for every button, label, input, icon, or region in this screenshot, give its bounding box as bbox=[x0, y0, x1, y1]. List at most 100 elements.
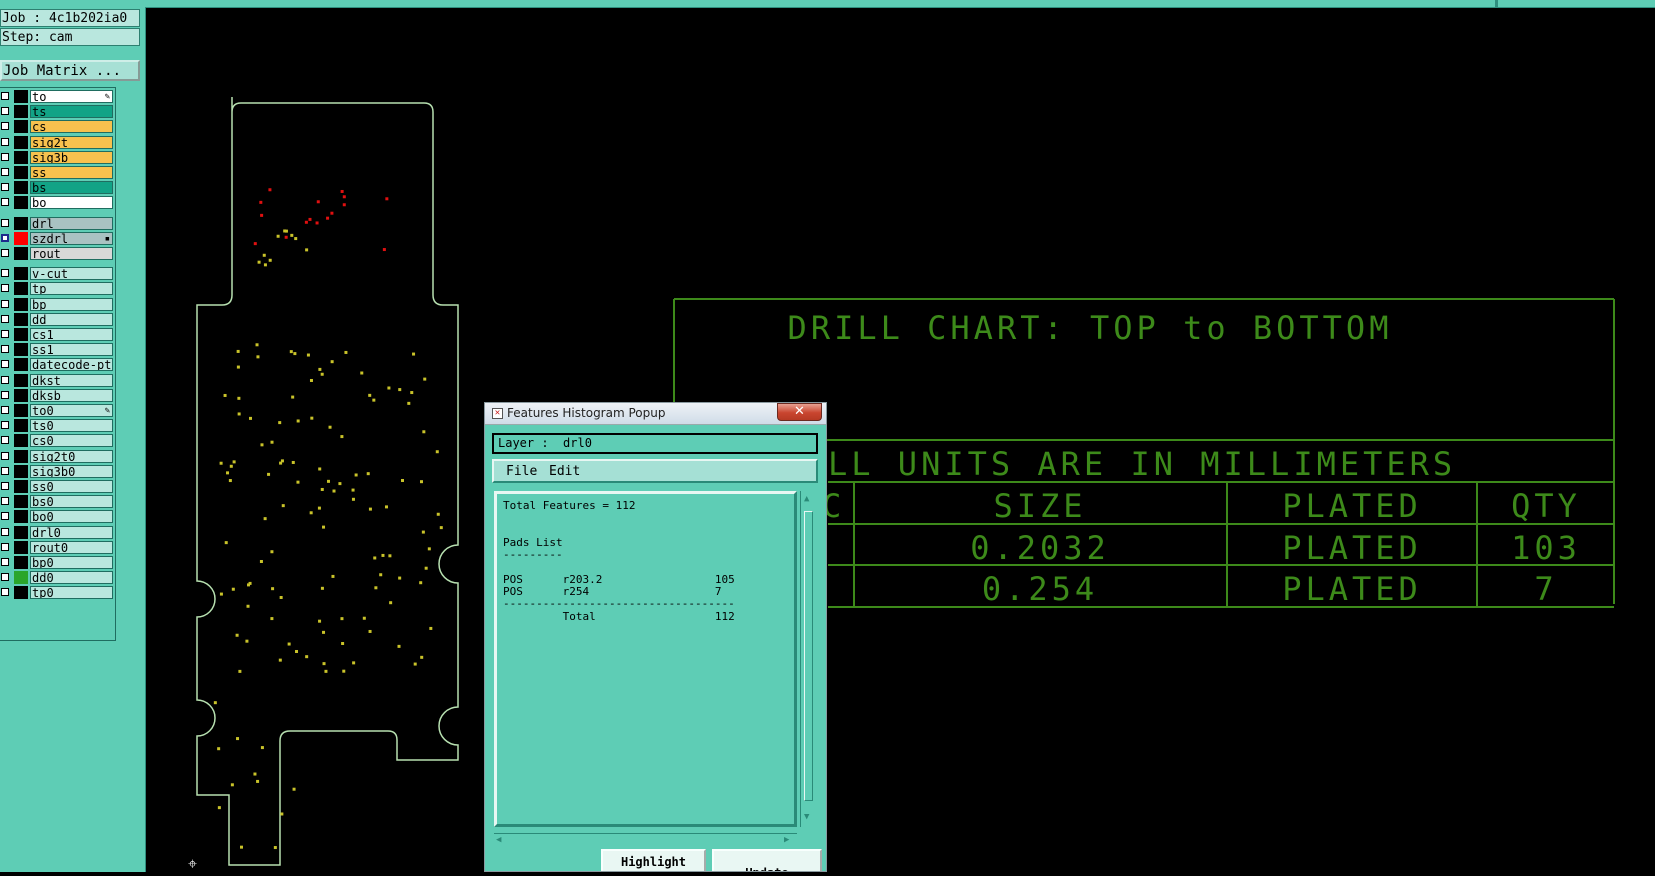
layer-row-sig2t0[interactable]: sig2t0 bbox=[0, 449, 114, 464]
layer-name[interactable]: sig2t0 bbox=[30, 449, 113, 463]
layer-row-datecode-pt[interactable]: datecode-pt bbox=[0, 357, 114, 372]
layer-checkbox[interactable] bbox=[1, 573, 9, 582]
layer-name[interactable]: cs1 bbox=[30, 328, 113, 341]
layer-name[interactable]: ss1 bbox=[30, 343, 113, 357]
layer-row-rout[interactable]: rout bbox=[0, 246, 114, 261]
layer-checkbox[interactable] bbox=[1, 233, 9, 242]
layer-row-rout0[interactable]: rout0 bbox=[0, 540, 114, 555]
layer-checkbox[interactable] bbox=[1, 218, 9, 227]
layer-name[interactable]: drl0 bbox=[30, 525, 113, 539]
layer-checkbox[interactable] bbox=[1, 137, 9, 146]
update-button[interactable]: Update bbox=[712, 849, 822, 871]
layer-name[interactable]: sig2t bbox=[30, 135, 113, 149]
layer-name[interactable]: ss0 bbox=[30, 480, 113, 493]
layer-name[interactable]: ss bbox=[30, 166, 113, 179]
layer-checkbox[interactable] bbox=[1, 249, 9, 257]
layer-row-bs0[interactable]: bs0 bbox=[0, 494, 114, 509]
layer-row-to0[interactable]: to0 ✎ bbox=[0, 403, 114, 418]
graphics-canvas[interactable]: DRILL CHART: TOP to BOTTOM LL UNITS ARE … bbox=[146, 7, 1655, 872]
layer-name[interactable]: tp bbox=[30, 282, 113, 296]
layer-checkbox[interactable] bbox=[1, 375, 9, 384]
layer-row-ts0[interactable]: ts0 bbox=[0, 418, 114, 433]
layer-checkbox[interactable] bbox=[1, 588, 9, 597]
layer-row-ss[interactable]: ss bbox=[0, 165, 114, 180]
layer-color-swatch[interactable] bbox=[14, 90, 28, 103]
layer-color-swatch[interactable] bbox=[14, 150, 28, 164]
layer-name[interactable]: dksb bbox=[30, 388, 113, 402]
vertical-scrollbar[interactable]: ▲ ▼ bbox=[800, 491, 816, 827]
layer-name[interactable]: cs bbox=[30, 120, 113, 134]
layer-row-bo[interactable]: bo bbox=[0, 195, 114, 210]
layer-color-swatch[interactable] bbox=[14, 312, 28, 326]
scroll-left-icon[interactable]: ◀ bbox=[496, 836, 501, 845]
layer-row-drl0[interactable]: drl0 bbox=[0, 525, 114, 540]
layer-color-swatch[interactable] bbox=[14, 556, 28, 569]
layer-row-ts[interactable]: ts bbox=[0, 104, 114, 119]
layer-row-dd[interactable]: dd bbox=[0, 312, 114, 327]
layer-checkbox[interactable] bbox=[1, 168, 9, 176]
layer-checkbox[interactable] bbox=[1, 198, 9, 207]
layer-checkbox[interactable] bbox=[1, 314, 9, 323]
histogram-text-area[interactable]: Total Features = 112 Pads List --------- PO… bbox=[494, 491, 797, 827]
layer-color-swatch[interactable] bbox=[14, 267, 28, 281]
layer-row-dkst[interactable]: dkst bbox=[0, 373, 114, 388]
layer-color-swatch[interactable] bbox=[14, 480, 28, 493]
layer-color-swatch[interactable] bbox=[14, 434, 28, 448]
layer-checkbox[interactable] bbox=[1, 482, 9, 490]
layer-color-swatch[interactable] bbox=[14, 135, 28, 149]
layer-color-swatch[interactable] bbox=[14, 373, 28, 387]
layer-name[interactable]: ts bbox=[30, 105, 113, 119]
layer-row-v-cut[interactable]: v-cut bbox=[0, 266, 114, 281]
layer-color-swatch[interactable] bbox=[14, 540, 28, 554]
layer-row-bp0[interactable]: bp0 bbox=[0, 555, 114, 570]
layer-row-sig2t[interactable]: sig2t bbox=[0, 135, 114, 150]
layer-name[interactable]: to ✎ bbox=[30, 90, 113, 103]
layer-checkbox[interactable] bbox=[1, 269, 9, 278]
layer-name[interactable]: bs0 bbox=[30, 495, 113, 509]
layer-name[interactable]: sig3b0 bbox=[30, 464, 113, 478]
layer-name[interactable]: rout0 bbox=[30, 540, 113, 554]
layer-checkbox[interactable] bbox=[1, 451, 9, 460]
layer-name[interactable]: tp0 bbox=[30, 586, 113, 600]
layer-checkbox[interactable] bbox=[1, 558, 9, 566]
layer-name[interactable]: ts0 bbox=[30, 419, 113, 433]
layer-color-swatch[interactable] bbox=[14, 282, 28, 296]
layer-color-swatch[interactable] bbox=[14, 358, 28, 372]
layer-name[interactable]: bp bbox=[30, 297, 113, 311]
layer-name[interactable]: bs bbox=[30, 181, 113, 195]
layer-name[interactable]: bp0 bbox=[30, 556, 113, 569]
layer-checkbox[interactable] bbox=[1, 512, 9, 521]
layer-row-ss1[interactable]: ss1 bbox=[0, 342, 114, 357]
menu-file[interactable]: File bbox=[506, 464, 537, 480]
layer-color-swatch[interactable] bbox=[14, 181, 28, 195]
scroll-right-icon[interactable]: ▶ bbox=[784, 836, 789, 845]
layer-checkbox[interactable] bbox=[1, 284, 9, 293]
layer-name[interactable]: bo0 bbox=[30, 510, 113, 524]
layer-name[interactable]: to0 ✎ bbox=[30, 404, 113, 417]
layer-row-cs[interactable]: cs bbox=[0, 119, 114, 134]
layer-color-swatch[interactable] bbox=[14, 216, 28, 230]
layer-row-sig3b[interactable]: sig3b bbox=[0, 150, 114, 165]
layer-color-swatch[interactable] bbox=[14, 495, 28, 509]
layer-checkbox[interactable] bbox=[1, 345, 9, 354]
layer-color-swatch[interactable] bbox=[14, 464, 28, 478]
layer-name[interactable]: dd0 bbox=[30, 571, 113, 585]
layer-checkbox[interactable] bbox=[1, 299, 9, 308]
layer-name[interactable]: rout bbox=[30, 247, 113, 260]
layer-checkbox[interactable] bbox=[1, 122, 9, 131]
scroll-thumb[interactable] bbox=[804, 511, 813, 801]
layer-checkbox[interactable] bbox=[1, 466, 9, 475]
layer-checkbox[interactable] bbox=[1, 390, 9, 399]
layer-checkbox[interactable] bbox=[1, 183, 9, 192]
layer-color-swatch[interactable] bbox=[14, 328, 28, 341]
layer-checkbox[interactable] bbox=[1, 360, 9, 369]
layer-row-bs[interactable]: bs bbox=[0, 180, 114, 195]
layer-row-sig3b0[interactable]: sig3b0 bbox=[0, 464, 114, 479]
layer-checkbox[interactable] bbox=[1, 436, 9, 445]
layer-checkbox[interactable] bbox=[1, 152, 9, 161]
layer-color-swatch[interactable] bbox=[14, 510, 28, 524]
layer-checkbox[interactable] bbox=[1, 542, 9, 551]
layer-name[interactable]: sig3b bbox=[30, 150, 113, 164]
layer-color-swatch[interactable] bbox=[14, 247, 28, 260]
layer-checkbox[interactable] bbox=[1, 421, 9, 430]
